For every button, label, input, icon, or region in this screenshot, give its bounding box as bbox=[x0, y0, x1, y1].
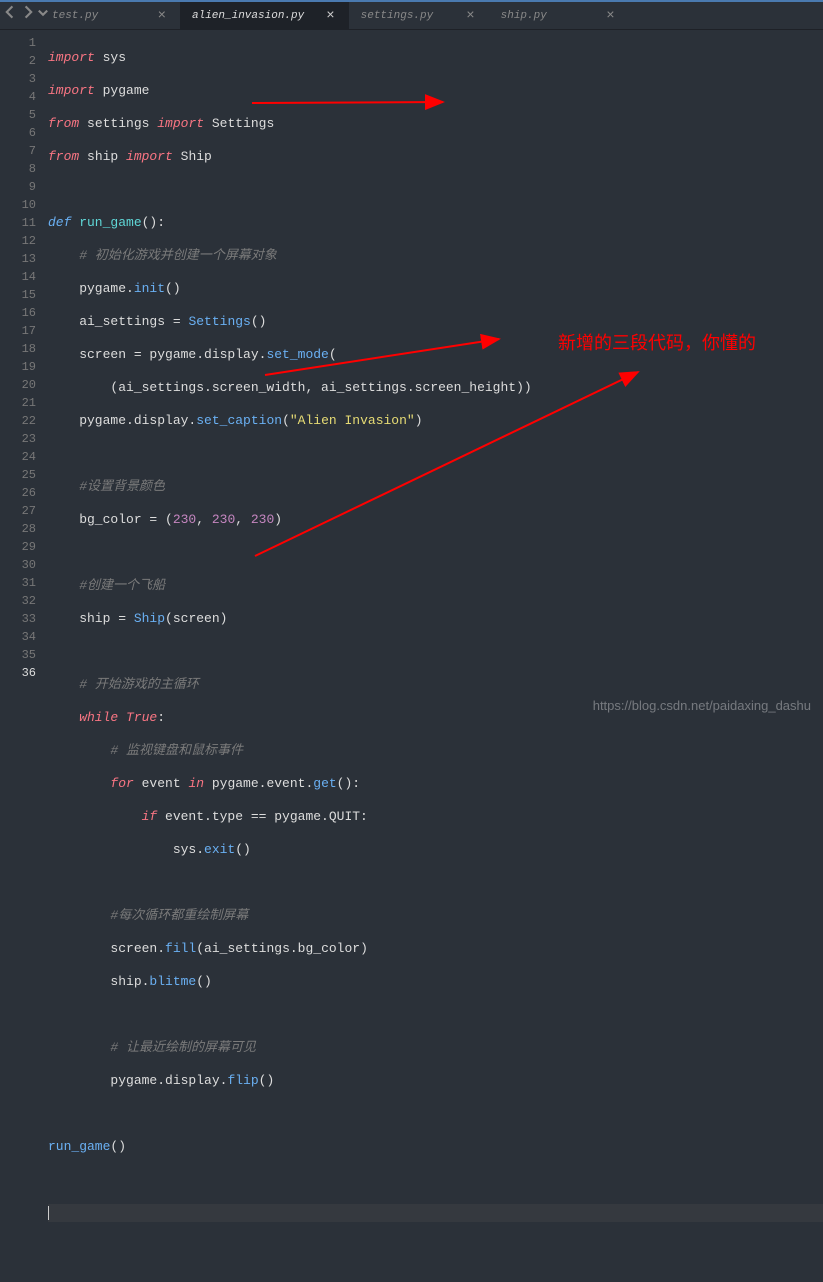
tab-label: settings.py bbox=[361, 10, 434, 22]
tab-alien-invasion[interactable]: alien_invasion.py × bbox=[180, 2, 349, 30]
tab-label: alien_invasion.py bbox=[192, 10, 304, 22]
close-icon[interactable]: × bbox=[464, 8, 476, 24]
close-icon[interactable]: × bbox=[604, 8, 616, 24]
close-icon[interactable]: × bbox=[324, 8, 336, 24]
nav-dropdown-icon[interactable] bbox=[36, 5, 50, 19]
tab-label: ship.py bbox=[501, 10, 547, 22]
tabs-row: test.py × alien_invasion.py × settings.p… bbox=[0, 2, 823, 30]
tab-label: test.py bbox=[52, 10, 98, 22]
nav-prev-icon[interactable] bbox=[4, 5, 18, 19]
tab-ship[interactable]: ship.py × bbox=[489, 2, 629, 30]
cursor bbox=[48, 1206, 49, 1220]
tab-nav bbox=[4, 5, 50, 19]
nav-next-icon[interactable] bbox=[20, 5, 34, 19]
annotation: 新增的三段代码，你懂的 bbox=[558, 329, 756, 355]
editor: 1234567891011121314151617181920212223242… bbox=[0, 30, 823, 719]
line-gutter: 1234567891011121314151617181920212223242… bbox=[0, 30, 48, 719]
close-icon[interactable]: × bbox=[156, 8, 168, 24]
tab-settings[interactable]: settings.py × bbox=[349, 2, 489, 30]
watermark: https://blog.csdn.net/paidaxing_dashu bbox=[593, 698, 811, 713]
code-area[interactable]: import sys import pygame from settings i… bbox=[48, 30, 823, 719]
tab-test[interactable]: test.py × bbox=[40, 2, 180, 30]
